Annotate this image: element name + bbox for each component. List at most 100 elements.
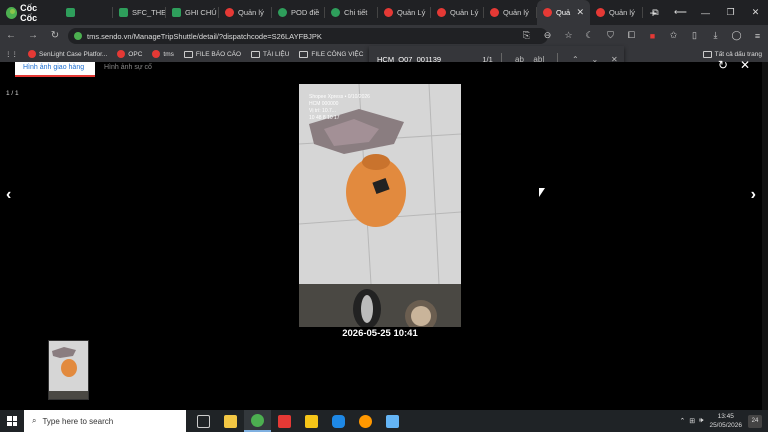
coccoc-browser-icon[interactable] xyxy=(244,410,271,432)
chrome-app-icon[interactable] xyxy=(352,410,379,432)
browser-tab[interactable]: Quản Lý xyxy=(378,0,431,25)
url-text: tms.sendo.vn/ManageTripShuttle/detail/?d… xyxy=(87,31,322,41)
back-history-icon[interactable]: ⟵ xyxy=(668,7,693,18)
tab-delivery-images[interactable]: Hình ảnh giao hàng xyxy=(15,62,95,77)
bookmark-item[interactable]: SenLight Case Platfor... xyxy=(23,50,112,58)
close-tab-icon[interactable]: ✕ xyxy=(576,7,584,18)
browser-logo[interactable]: Cốc Cốc xyxy=(0,0,60,25)
menu-icon[interactable]: ≡ xyxy=(747,31,768,41)
forward-button[interactable]: → xyxy=(22,30,44,41)
bookmark-star-icon[interactable]: ☆ xyxy=(558,30,579,41)
all-bookmarks-label: Tất cả dấu trang xyxy=(714,50,762,58)
browser-tab[interactable]: Quản lý xyxy=(219,0,272,25)
rotate-icon[interactable]: ↻ xyxy=(718,58,728,72)
page-scrollbar[interactable] xyxy=(762,62,768,410)
bookmark-item[interactable]: tms xyxy=(147,50,178,58)
reload-button[interactable]: ↻ xyxy=(44,30,66,41)
browser-tab[interactable]: GHI CHÚ xyxy=(166,0,219,25)
browser-tab[interactable]: Quản lý xyxy=(484,0,537,25)
red-circle-favicon-icon xyxy=(384,8,393,17)
wps-office-icon[interactable] xyxy=(271,410,298,432)
photo-overlay-line-4: 10 48 8 10 17 xyxy=(309,115,340,121)
clock[interactable]: 13:45 25/05/2026 xyxy=(709,412,742,430)
taskbar-search[interactable]: ⌕ Type here to search xyxy=(24,410,186,432)
restore-button[interactable]: ❐ xyxy=(718,7,743,18)
browser-tab-label: Quản lý xyxy=(238,8,264,17)
dark-mode-icon[interactable]: ☾ xyxy=(579,30,600,41)
close-window-button[interactable]: ✕ xyxy=(743,7,768,18)
tab-incident-images[interactable]: Hình ảnh sự cố xyxy=(96,62,160,77)
site-info-icon[interactable] xyxy=(74,32,82,40)
green-circle-favicon-icon xyxy=(331,8,340,17)
close-viewer-icon[interactable]: ✕ xyxy=(740,58,750,72)
browser-tab[interactable]: POD điề xyxy=(272,0,325,25)
translate-icon[interactable]: ⎘ xyxy=(516,30,537,41)
bookmark-item[interactable]: FILE CÔNG VIỆC xyxy=(294,50,368,58)
delivery-photo[interactable]: Shopee Xpress • 0/10/2026 HCM 000000 Vị … xyxy=(299,84,461,327)
chevron-up-icon[interactable]: ⌃ xyxy=(680,417,686,425)
sidebar-icon[interactable]: ▯ xyxy=(684,30,705,41)
browser-tab-label: POD điề xyxy=(291,8,320,17)
browser-tab-label: GHI CHÚ xyxy=(185,8,217,17)
notepad-app-icon[interactable] xyxy=(379,410,406,432)
windows-logo-icon xyxy=(7,416,17,426)
download-icon[interactable]: ⤓ xyxy=(705,30,726,41)
browser-tab-label: SFC_THE xyxy=(132,8,166,17)
browser-tab-label: Quả xyxy=(556,8,571,17)
star-list-icon[interactable]: ✩ xyxy=(663,30,684,41)
browser-tab[interactable]: Quả ✕ xyxy=(537,0,590,25)
bookmark-label: SenLight Case Platfor... xyxy=(39,50,108,58)
zalo-icon[interactable] xyxy=(325,410,352,432)
back-button[interactable]: ← xyxy=(0,30,22,41)
extensions-icon[interactable]: ⧠ xyxy=(621,30,642,41)
url-bar[interactable]: tms.sendo.vn/ManageTripShuttle/detail/?d… xyxy=(68,28,548,44)
notification-center-icon[interactable]: 24 xyxy=(748,414,762,428)
red-circle-favicon-icon xyxy=(543,8,552,17)
minimize-button[interactable]: — xyxy=(693,8,718,18)
browser-tab[interactable] xyxy=(60,0,113,25)
bookmark-label: FILE BÁO CÁO xyxy=(195,50,242,58)
sticky-notes-icon[interactable] xyxy=(298,410,325,432)
notification-count: 24 xyxy=(751,418,759,424)
photo-overlay-line-1: Shopee Xpress • 0/10/2026 xyxy=(309,94,370,100)
next-image-icon[interactable]: › xyxy=(751,186,756,204)
network-icon[interactable]: ⊞ xyxy=(689,417,695,425)
red-circle-favicon-icon xyxy=(437,8,446,17)
browser-tab-label: Quản lý xyxy=(609,8,635,17)
image-counter: 1 / 1 xyxy=(6,90,19,97)
file-explorer-icon[interactable] xyxy=(217,410,244,432)
zoom-icon[interactable]: ⊖ xyxy=(537,30,558,41)
bookmark-item[interactable]: OPC xyxy=(112,50,147,58)
bookmark-item[interactable]: TÀI LIỆU xyxy=(246,50,294,58)
bookmark-label: TÀI LIỆU xyxy=(263,50,290,58)
task-view-icon[interactable] xyxy=(190,410,217,432)
red-circle-favicon-icon xyxy=(225,8,234,17)
tab-search-icon[interactable]: ⧉ xyxy=(643,7,668,18)
taskbar-apps xyxy=(190,410,406,432)
folder-icon xyxy=(251,50,261,58)
prev-image-icon[interactable]: ‹ xyxy=(6,186,11,204)
shield-icon[interactable]: ⛉ xyxy=(600,30,621,41)
browser-tab[interactable]: Quản lý xyxy=(590,0,643,25)
image-viewer: Hình ảnh giao hàng Hình ảnh sự cố ↻ ✕ 1 … xyxy=(0,58,768,410)
red-circle-favicon-icon xyxy=(152,50,161,58)
image-thumbnail[interactable] xyxy=(48,340,89,400)
volume-icon[interactable]: 🕪 xyxy=(699,417,703,425)
apps-grid-icon[interactable]: ⋮⋮ xyxy=(0,50,23,58)
browser-tab[interactable]: SFC_THE xyxy=(113,0,166,25)
coccoc-logo-icon xyxy=(6,6,18,19)
system-tray: ⌃ ⊞ 🕪 13:45 25/05/2026 24 xyxy=(680,410,768,432)
mouse-cursor xyxy=(539,188,545,197)
browser-tab[interactable]: Quản Lý xyxy=(431,0,484,25)
image-tabs: Hình ảnh giao hàng Hình ảnh sự cố ↻ ✕ xyxy=(0,58,768,77)
window-controls: ⧉ ⟵ — ❐ ✕ xyxy=(643,0,768,25)
address-toolbar: ← → ↻ tms.sendo.vn/ManageTripShuttle/det… xyxy=(0,25,768,46)
search-icon: ⌕ xyxy=(32,416,37,425)
profile-icon[interactable]: ◯ xyxy=(726,30,747,41)
browser-tab[interactable]: Chi tiết xyxy=(325,0,378,25)
green-square-favicon-icon xyxy=(119,8,128,17)
extension-red-icon[interactable]: ■ xyxy=(642,31,663,41)
start-button[interactable] xyxy=(0,410,24,432)
folder-icon xyxy=(183,50,193,58)
bookmark-item[interactable]: FILE BÁO CÁO xyxy=(179,50,246,58)
